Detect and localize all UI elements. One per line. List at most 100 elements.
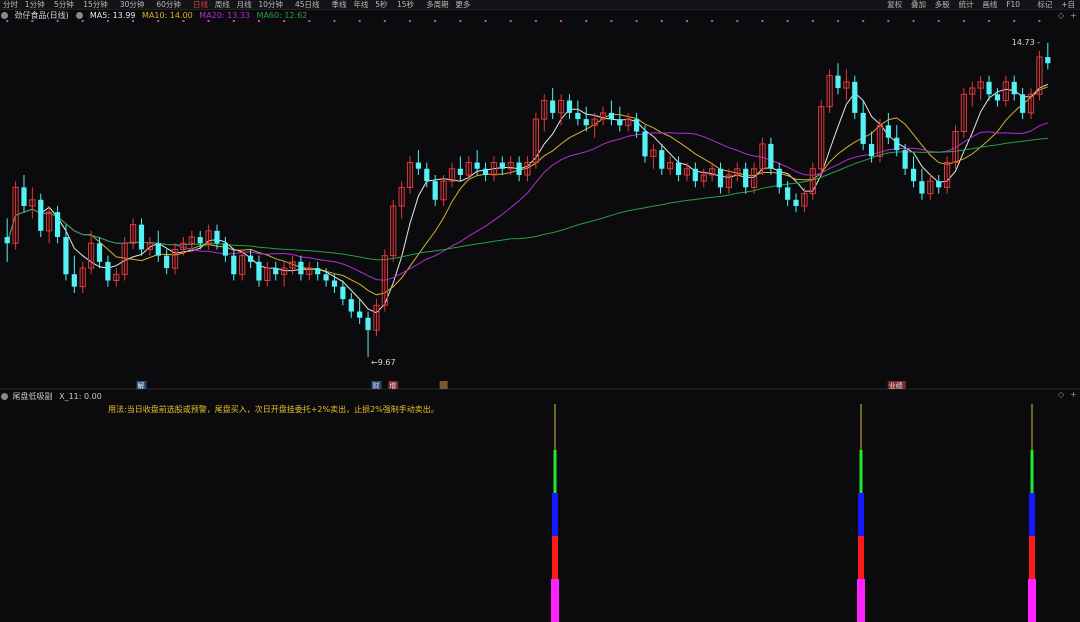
candlestick-chart[interactable]: 14.73 - ←9.67 解 财 增 业绩 [0, 0, 1080, 622]
top-marker-dot [6, 20, 9, 22]
candle-body [583, 119, 589, 126]
candle-body [164, 255, 170, 269]
top-marker-dot [837, 20, 840, 22]
candle-body [138, 224, 145, 250]
top-marker-dot [736, 20, 739, 22]
top-marker-dot [232, 20, 235, 22]
top-marker-dot [56, 20, 59, 22]
top-marker-dot [585, 20, 588, 22]
top-marker-dot [786, 20, 789, 22]
top-marker-dot [610, 20, 613, 22]
top-marker-dot [635, 20, 638, 22]
top-marker-dot [333, 20, 336, 22]
indicator-header: 尾盘低吸副 X_11: 0.00 [0, 391, 102, 402]
candle-body [1045, 57, 1051, 64]
top-marker-dot [383, 20, 386, 22]
candle-body [71, 274, 77, 287]
candle-body [902, 150, 908, 169]
top-marker-dot [358, 20, 361, 22]
candle-body [214, 230, 220, 244]
candle-body [633, 119, 640, 132]
candle-body [868, 143, 875, 157]
top-marker-dot [157, 20, 160, 22]
candle-body [768, 143, 774, 169]
candle-body [365, 317, 371, 331]
candle-body [247, 255, 254, 262]
signal-bar-segment [1029, 493, 1035, 536]
top-marker-dot [132, 20, 135, 22]
signal-bar-segment [1029, 536, 1035, 579]
indicator-toggle-icon[interactable] [1, 392, 8, 400]
candle-body [516, 162, 522, 175]
top-marker-dot [887, 20, 890, 22]
candle-body [96, 243, 103, 262]
candle-body [222, 243, 228, 256]
candle-body [340, 286, 346, 300]
candle-body [482, 168, 489, 175]
candle-body [298, 261, 304, 275]
top-marker-dot [761, 20, 764, 22]
candle-body [860, 112, 866, 144]
candle-body [4, 237, 10, 244]
candle-body [550, 100, 556, 113]
candle-body [457, 168, 463, 175]
top-marker-dot [660, 20, 663, 22]
ma20-line [6, 122, 1048, 281]
candle-body [894, 137, 900, 151]
top-marker-dot [988, 20, 991, 22]
candle-body [432, 181, 438, 200]
top-marker-dot [937, 20, 940, 22]
top-marker-dot [106, 20, 109, 22]
candle-body [994, 94, 1001, 101]
candle-body [835, 75, 841, 89]
top-marker-dot [534, 20, 537, 22]
candle-body [659, 150, 665, 169]
candle-body [642, 131, 648, 157]
candle-body [348, 299, 354, 312]
candle-body [21, 187, 27, 206]
candle-body [675, 162, 682, 175]
candle-body [566, 100, 573, 113]
top-marker-dot [560, 20, 563, 22]
usage-note: 用法:当日收盘前选股或预警，尾盘买入，次日开盘挂委托+2%卖出，止损2%强制手动… [108, 405, 439, 414]
candle-body [1011, 81, 1017, 95]
candle-body [63, 237, 69, 275]
candle-body [852, 81, 858, 113]
signal-bar-segment [1028, 579, 1036, 622]
top-marker-dot [1038, 20, 1041, 22]
candle-body [357, 311, 363, 318]
signal-bar-segment [551, 579, 559, 622]
candle-body [424, 168, 430, 182]
candle-body [910, 168, 917, 182]
indicator-value: X_11: 0.00 [59, 392, 102, 401]
event-marker-text: 财 [372, 381, 379, 390]
candle-body [155, 243, 161, 256]
signal-bar-segment [857, 579, 865, 622]
top-marker-dot [685, 20, 688, 22]
candle-body [273, 268, 279, 275]
top-marker-dot [283, 20, 286, 22]
signal-bar-segment [552, 536, 558, 579]
signal-bar-segment [1031, 404, 1033, 450]
candle-body [256, 261, 262, 281]
top-marker-dot [207, 20, 210, 22]
top-marker-dot [81, 20, 84, 22]
candle-body [323, 274, 329, 281]
top-marker-dot [409, 20, 412, 22]
candle-body [692, 168, 698, 182]
candle-body [986, 81, 992, 95]
candle-body [231, 255, 237, 275]
indicator-title: 尾盘低吸副 [12, 392, 53, 401]
candle-body [936, 181, 942, 188]
signal-bar-segment [859, 450, 863, 493]
candle-body [315, 268, 321, 275]
event-marker-text: 业绩 [889, 381, 903, 390]
top-marker-dot [862, 20, 865, 22]
candle-body [38, 199, 44, 231]
top-marker-dot [31, 20, 34, 22]
top-marker-dot [459, 20, 462, 22]
top-marker-dot [484, 20, 487, 22]
top-marker-dot [434, 20, 437, 22]
signal-bar-segment [858, 536, 864, 579]
signal-bar-segment [858, 493, 864, 536]
